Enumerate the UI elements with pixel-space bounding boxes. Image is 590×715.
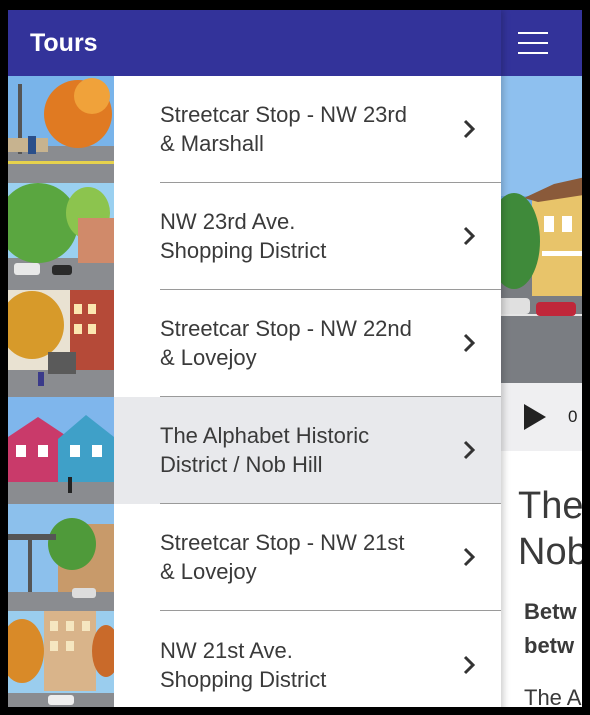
- tour-title: NW 21st Ave. Shopping District: [160, 637, 327, 692]
- detail-subtitle: Betw betw: [524, 595, 577, 663]
- app-frame: 0 The Nob Betw betw The A Tours Streetca…: [0, 0, 590, 715]
- tour-detail-panel: 0 The Nob Betw betw The A: [494, 10, 588, 710]
- drawer-header: Tours: [8, 10, 501, 76]
- tour-thumbnail: [8, 76, 114, 183]
- drawer-title: Tours: [30, 28, 98, 57]
- detail-photo: [494, 76, 582, 383]
- detail-header: [494, 10, 582, 76]
- tour-title: NW 23rd Ave. Shopping District: [160, 209, 327, 263]
- tour-item-body: NW 23rd Ave. Shopping District: [160, 183, 501, 290]
- tour-thumbnail: [8, 290, 114, 397]
- tour-item[interactable]: NW 23rd Ave. Shopping District: [8, 183, 501, 290]
- chevron-right-icon: [463, 226, 476, 246]
- tour-thumbnail: [8, 611, 114, 707]
- play-icon[interactable]: [524, 404, 546, 430]
- chevron-right-icon: [463, 440, 476, 460]
- tour-thumbnail: [8, 183, 114, 290]
- tour-item-body: NW 21st Ave. Shopping District: [160, 611, 501, 707]
- tour-item-body: Streetcar Stop - NW 21st & Lovejoy: [160, 504, 501, 611]
- audio-player: 0: [494, 383, 582, 451]
- tour-item-selected[interactable]: The Alphabet Historic District / Nob Hil…: [8, 397, 501, 504]
- chevron-right-icon: [463, 655, 476, 674]
- tour-title: Streetcar Stop - NW 22nd & Lovejoy: [160, 316, 412, 370]
- tour-item-body: Streetcar Stop - NW 23rd & Marshall: [160, 76, 501, 183]
- tour-title: The Alphabet Historic District / Nob Hil…: [160, 423, 370, 477]
- detail-body-text: The A: [524, 685, 582, 710]
- player-time: 0: [568, 407, 578, 426]
- tour-item[interactable]: Streetcar Stop - NW 22nd & Lovejoy: [8, 290, 501, 397]
- chevron-right-icon: [463, 119, 476, 139]
- tour-thumbnail: [8, 504, 114, 611]
- tour-item[interactable]: Streetcar Stop - NW 23rd & Marshall: [8, 76, 501, 183]
- tour-item-body: Streetcar Stop - NW 22nd & Lovejoy: [160, 290, 501, 397]
- tour-item-body: The Alphabet Historic District / Nob Hil…: [160, 397, 501, 504]
- tour-title: Streetcar Stop - NW 21st & Lovejoy: [160, 530, 405, 584]
- detail-title: The Nob: [518, 483, 588, 575]
- tours-drawer: Tours Streetcar Stop - NW 23rd & Marshal…: [8, 10, 501, 707]
- chevron-right-icon: [463, 547, 476, 567]
- detail-subtitle-line2: betw: [524, 633, 575, 658]
- detail-title-line1: The: [518, 485, 584, 527]
- tour-thumbnail: [8, 397, 114, 504]
- chevron-right-icon: [463, 333, 476, 353]
- tour-title: Streetcar Stop - NW 23rd & Marshall: [160, 102, 407, 156]
- hamburger-menu-icon[interactable]: [518, 32, 548, 54]
- tour-item[interactable]: NW 21st Ave. Shopping District: [8, 611, 501, 707]
- detail-subtitle-line1: Betw: [524, 599, 577, 624]
- tour-item[interactable]: Streetcar Stop - NW 21st & Lovejoy: [8, 504, 501, 611]
- detail-title-line2: Nob: [518, 531, 588, 573]
